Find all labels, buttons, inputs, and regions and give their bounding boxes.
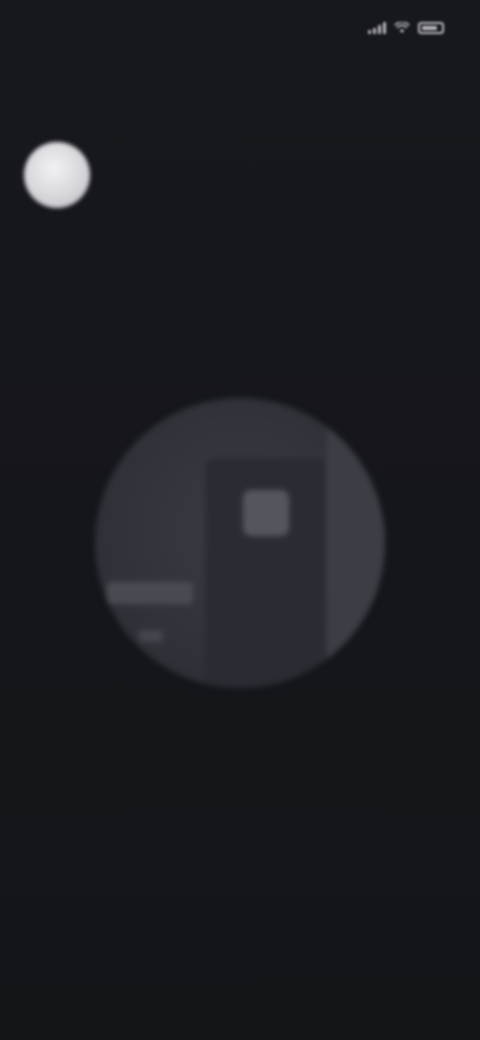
illustration-sublabel <box>139 630 163 642</box>
signal-icon <box>368 22 386 34</box>
account-row[interactable] <box>24 142 106 208</box>
wifi-icon <box>394 22 410 33</box>
avatar[interactable] <box>24 142 90 208</box>
status-bar <box>0 0 480 60</box>
illustration-label <box>107 582 193 604</box>
illustration-device-icon <box>243 490 289 536</box>
illustration-panel <box>327 398 385 688</box>
status-right <box>360 22 444 34</box>
screen <box>0 0 480 1040</box>
battery-icon <box>418 22 444 34</box>
devices-illustration <box>95 398 385 688</box>
